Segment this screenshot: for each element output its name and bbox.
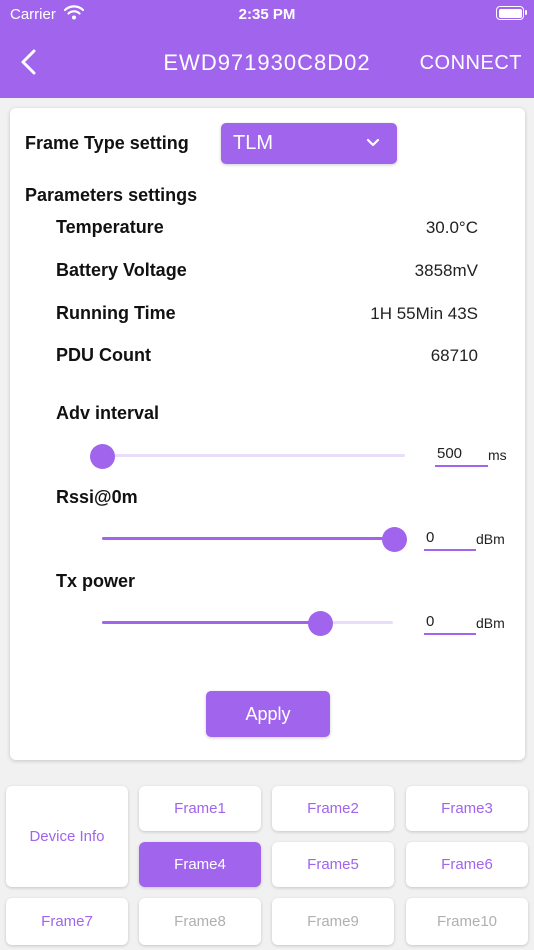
app-header: Carrier 2:35 PM EWD971930C8D02 CONNECT	[0, 0, 534, 98]
rssi-unit: dBm	[476, 531, 505, 547]
slider-active-track	[102, 537, 394, 540]
adv-interval-label: Adv interval	[56, 403, 160, 423]
apply-button[interactable]: Apply	[206, 691, 330, 737]
tab-frame4[interactable]: Frame4	[139, 842, 261, 887]
rssi-slider[interactable]	[102, 527, 407, 552]
chevron-down-icon	[366, 138, 380, 147]
rssi-label: Rssi@0m	[56, 487, 138, 507]
tx-power-input[interactable]: 0	[424, 609, 476, 635]
settings-card: Frame Type setting TLM Parameters settin…	[10, 108, 525, 760]
tx-power-label: Tx power	[56, 571, 136, 591]
battery-icon	[496, 6, 527, 20]
adv-interval-unit: ms	[488, 447, 507, 463]
pdu-count-label: PDU Count	[56, 345, 151, 365]
battery-voltage-value: 3858mV	[414, 261, 478, 280]
tab-frame8[interactable]: Frame8	[139, 898, 261, 945]
parameters-heading: Parameters settings	[25, 185, 198, 205]
tab-frame1[interactable]: Frame1	[139, 786, 261, 831]
tab-frame2[interactable]: Frame2	[272, 786, 394, 831]
slider-active-track	[102, 621, 321, 624]
slider-track	[102, 454, 405, 457]
status-bar: Carrier 2:35 PM	[0, 0, 534, 30]
battery-voltage-label: Battery Voltage	[56, 260, 187, 280]
frame-type-dropdown[interactable]: TLM	[221, 123, 397, 164]
temperature-value: 30.0°C	[425, 218, 478, 237]
connect-button[interactable]: CONNECT	[420, 52, 522, 75]
frame-type-value: TLM	[233, 132, 273, 154]
tx-power-unit: dBm	[476, 615, 505, 631]
adv-interval-input[interactable]: 500	[435, 441, 488, 467]
temperature-label: Temperature	[56, 217, 164, 237]
adv-interval-slider[interactable]	[90, 444, 405, 469]
slider-thumb[interactable]	[382, 527, 407, 552]
tab-frame9[interactable]: Frame9	[272, 898, 394, 945]
tab-frame3[interactable]: Frame3	[406, 786, 528, 831]
pdu-count-value: 68710	[430, 346, 478, 365]
running-time-value: 1H 55Min 43S	[370, 304, 478, 323]
rssi-input[interactable]: 0	[424, 525, 476, 551]
tab-frame7[interactable]: Frame7	[6, 898, 128, 945]
tab-frame10[interactable]: Frame10	[406, 898, 528, 945]
status-time: 2:35 PM	[238, 6, 296, 23]
frame-type-label: Frame Type setting	[25, 133, 189, 153]
tab-frame5[interactable]: Frame5	[272, 842, 394, 887]
slider-thumb[interactable]	[90, 444, 115, 469]
tab-frame6[interactable]: Frame6	[406, 842, 528, 887]
tab-device-info[interactable]: Device Info	[6, 786, 128, 887]
tx-power-slider[interactable]	[102, 611, 393, 636]
running-time-label: Running Time	[56, 303, 176, 323]
slider-thumb[interactable]	[308, 611, 334, 636]
